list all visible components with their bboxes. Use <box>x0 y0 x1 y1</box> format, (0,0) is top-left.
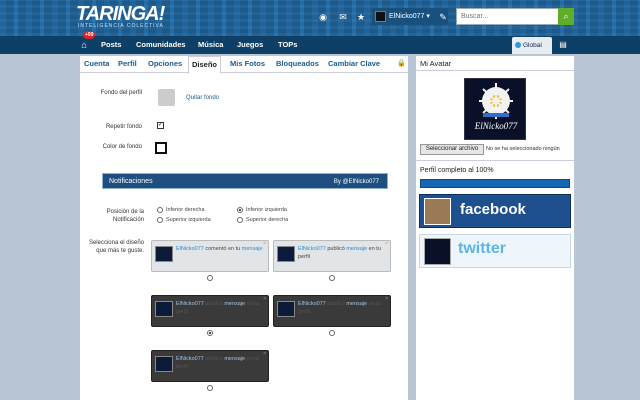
bg-label: Fondo del perfil <box>100 90 142 96</box>
twitter-profile-photo <box>424 238 451 265</box>
site-tagline: INTELIGENCIA COLECTIVA <box>78 23 164 29</box>
notification-style-3[interactable]: ElNicko077 publicó mensaje en tu perfil … <box>151 295 269 327</box>
profile-avatar: ElNicko077 <box>464 78 526 140</box>
star-icon[interactable]: ★ <box>354 10 368 24</box>
remove-bg-link[interactable]: Quitar fondo <box>186 95 219 101</box>
username: ElNicko077 <box>389 13 425 20</box>
search-icon[interactable]: ⌕ <box>558 8 574 25</box>
global-tab[interactable]: Global <box>512 37 552 54</box>
avatar-title: Mi Avatar <box>420 59 452 68</box>
mail-icon[interactable]: ✉ <box>336 10 350 24</box>
notification-style-1[interactable]: ElNicko077 comentó en tu mensaje × <box>151 240 269 272</box>
tab-diseno[interactable]: Diseño <box>188 56 222 74</box>
tab-mis-fotos[interactable]: Mis Fotos <box>230 59 265 68</box>
close-icon: × <box>263 296 266 302</box>
settings-tabs: Cuenta Perfil Opciones Diseño Mis Fotos … <box>80 56 408 74</box>
edit-icon[interactable]: ✎ <box>436 10 450 24</box>
nav-tops[interactable]: TOPs <box>278 36 297 54</box>
option-label: Inferior derecha <box>166 207 205 213</box>
radio-superior-izquierda[interactable] <box>157 217 163 223</box>
radio-inferior-derecha[interactable] <box>157 207 163 213</box>
notification-style-5[interactable]: ElNicko077 publicó mensaje en tu perfil … <box>151 350 269 382</box>
lock-icon: 🔒 <box>397 60 406 67</box>
search-box: ⌕ <box>456 8 574 25</box>
repeat-label: Repetir fondo <box>105 124 142 130</box>
nav-comunidades[interactable]: Comunidades <box>136 36 186 54</box>
globe-icon <box>515 42 521 48</box>
facebook-profile-photo <box>424 198 451 225</box>
svg-text:ElNicko077: ElNicko077 <box>474 121 518 131</box>
search-input[interactable] <box>457 9 557 24</box>
divider <box>416 160 574 161</box>
bg-preview[interactable] <box>158 89 175 106</box>
profile-progress-label: Perfil completo al 100% <box>420 167 494 174</box>
tab-cambiar-clave[interactable]: Cambiar Clave <box>328 59 380 68</box>
close-icon: × <box>385 241 388 247</box>
color-label: Color de fondo <box>102 144 142 150</box>
close-icon: × <box>263 351 266 357</box>
file-status: No se ha seleccionado ningún <box>486 146 560 152</box>
radio-style-3[interactable] <box>207 330 213 336</box>
radio-style-2[interactable] <box>329 275 335 281</box>
repeat-checkbox[interactable]: ✓ <box>157 122 164 129</box>
settings-panel: Cuenta Perfil Opciones Diseño Mis Fotos … <box>80 56 408 400</box>
divider <box>416 70 574 71</box>
option-label: Superior izquierda <box>166 217 211 223</box>
tab-cuenta[interactable]: Cuenta <box>84 59 109 68</box>
option-label: Inferior izquierda <box>246 207 287 213</box>
radio-style-5[interactable] <box>207 385 213 391</box>
facebook-logo: facebook <box>460 201 526 218</box>
radio-superior-derecha[interactable] <box>237 217 243 223</box>
tab-perfil[interactable]: Perfil <box>118 59 137 68</box>
notification-style-2[interactable]: ElNicko077 publicó mensaje en tu perfil … <box>273 240 391 272</box>
avatar <box>155 246 173 262</box>
twitter-connect[interactable]: twitter <box>419 234 571 268</box>
notification-header: Notificaciones By @ElNicko077 <box>102 173 388 189</box>
avatar <box>375 11 386 22</box>
tab-opciones[interactable]: Opciones <box>148 59 182 68</box>
nav-posts[interactable]: Posts <box>101 36 121 54</box>
profile-progress-bar <box>420 179 570 188</box>
eye-icon[interactable]: ◉ <box>316 10 330 24</box>
avatar-image: ElNicko077 <box>474 83 518 131</box>
radio-style-4[interactable] <box>329 330 335 336</box>
twitter-logo: twitter <box>458 240 506 257</box>
avatar <box>155 356 173 372</box>
choose-file-button[interactable]: Seleccionar archivo <box>420 144 484 155</box>
avatar <box>277 301 295 317</box>
chevron-down-icon: ▾ <box>426 13 430 20</box>
nav-musica[interactable]: Música <box>198 36 223 54</box>
nav-juegos[interactable]: Juegos <box>237 36 263 54</box>
facebook-connect[interactable]: facebook <box>419 194 571 228</box>
notification-author: By @ElNicko077 <box>333 179 379 185</box>
notification-style-4[interactable]: ElNicko077 publicó mensaje en tu perfil … <box>273 295 391 327</box>
close-icon: × <box>263 241 266 247</box>
option-label: Superior derecha <box>246 217 289 223</box>
avatar <box>277 246 295 262</box>
tab-bloqueados[interactable]: Bloqueados <box>276 59 319 68</box>
style-label: Selecciona el diseño que más te guste. <box>88 240 144 254</box>
position-label: Posición de la Notificación <box>106 209 144 223</box>
radio-style-1[interactable] <box>207 275 213 281</box>
notification-badge: +99 <box>83 31 96 39</box>
sidebar: Mi Avatar ElNicko077 Seleccionar archivo… <box>416 56 574 400</box>
color-picker[interactable] <box>155 142 167 154</box>
avatar <box>155 301 173 317</box>
menu-icon[interactable]: ▤ <box>558 40 568 50</box>
close-icon: × <box>385 296 388 302</box>
radio-inferior-izquierda[interactable] <box>237 207 243 213</box>
